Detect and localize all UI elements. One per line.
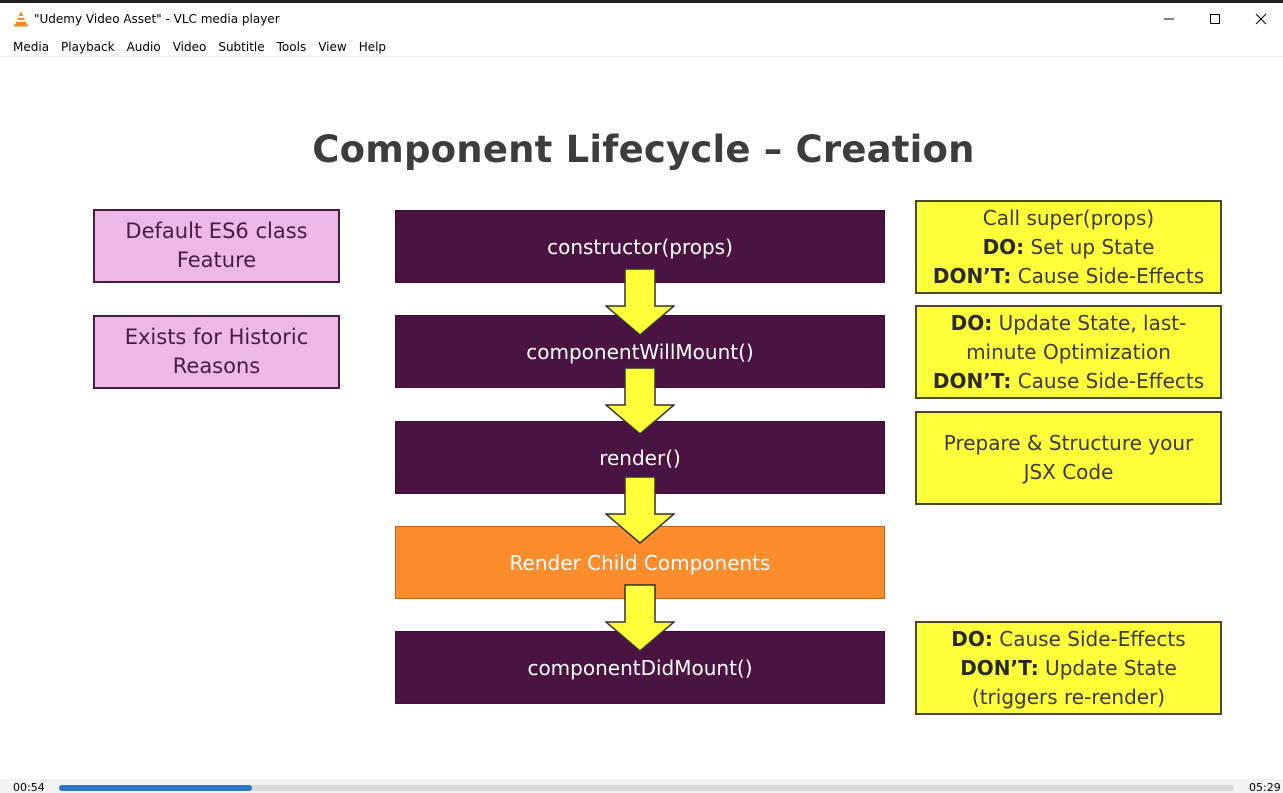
total-time: 05:29 (1249, 781, 1281, 793)
note-line: Call super(props) (982, 205, 1155, 230)
side-note-line: Exists for Historic (124, 325, 309, 349)
note-render: Prepare & Structure your JSX Code (915, 411, 1222, 505)
seek-bar-fill (59, 785, 252, 791)
menu-help[interactable]: Help (353, 38, 392, 56)
step-label: Render Child Components (509, 550, 771, 575)
note-dont-label: DON’T: (932, 263, 1012, 288)
vlc-window: "Udemy Video Asset" - VLC media player M… (0, 0, 1283, 793)
step-label: render() (599, 445, 681, 470)
elapsed-time: 00:54 (13, 781, 45, 793)
down-arrow-icon (605, 268, 675, 336)
minimize-button[interactable] (1146, 3, 1192, 35)
note-dont-label: DON’T: (932, 368, 1012, 393)
down-arrow-icon (605, 476, 675, 544)
note-line: Prepare & Structure your (943, 431, 1194, 455)
menu-playback[interactable]: Playback (55, 38, 121, 56)
note-do-label: DO: (950, 310, 993, 335)
slide-title: Component Lifecycle – Creation (312, 128, 975, 171)
maximize-icon (1209, 13, 1221, 25)
minimize-icon (1163, 13, 1175, 25)
note-line: Update State, last- (992, 310, 1187, 335)
note-dont-label: DON’T: (960, 655, 1039, 680)
side-note-historic: Exists for Historic Reasons (93, 315, 340, 389)
vlc-cone-icon (13, 10, 29, 27)
playback-controls: 00:54 05:29 (0, 779, 1283, 793)
close-icon (1255, 13, 1267, 25)
note-line: Cause Side-Effects (992, 626, 1186, 651)
step-label: constructor(props) (547, 234, 733, 259)
seek-bar[interactable] (59, 785, 1234, 791)
note-component-did-mount: DO: Cause Side-Effects DON’T: Update Sta… (915, 621, 1222, 715)
side-note-line: Default ES6 class (125, 219, 308, 243)
side-note-line: Reasons (172, 354, 261, 378)
note-line: Update State (1038, 655, 1177, 680)
maximize-button[interactable] (1192, 3, 1238, 35)
menu-tools[interactable]: Tools (271, 38, 313, 56)
window-title: "Udemy Video Asset" - VLC media player (34, 12, 280, 26)
menu-video[interactable]: Video (167, 38, 213, 56)
note-line: Set up State (1024, 234, 1155, 259)
note-line: minute Optimization (966, 339, 1171, 364)
menu-audio[interactable]: Audio (121, 38, 167, 56)
note-line: Cause Side-Effects (1011, 368, 1205, 393)
close-button[interactable] (1238, 3, 1283, 35)
side-note-line: Feature (176, 248, 257, 272)
note-constructor: Call super(props) DO: Set up State DON’T… (915, 200, 1222, 294)
note-line: JSX Code (1023, 460, 1114, 484)
down-arrow-icon (605, 367, 675, 435)
note-component-will-mount: DO: Update State, last- minute Optimizat… (915, 305, 1222, 399)
step-label: componentDidMount() (527, 655, 753, 680)
menu-media[interactable]: Media (7, 38, 55, 56)
note-do-label: DO: (951, 626, 993, 651)
note-line: (triggers re-render) (971, 684, 1166, 709)
video-area[interactable]: Component Lifecycle – Creation Default E… (5, 59, 1282, 779)
note-do-label: DO: (982, 234, 1025, 259)
menu-subtitle[interactable]: Subtitle (212, 38, 270, 56)
step-label: componentWillMount() (526, 339, 754, 364)
menu-bar: Media Playback Audio Video Subtitle Tool… (0, 37, 1283, 57)
menu-view[interactable]: View (312, 38, 352, 56)
title-bar: "Udemy Video Asset" - VLC media player (0, 3, 1283, 37)
down-arrow-icon (605, 584, 675, 652)
note-line: Cause Side-Effects (1011, 263, 1205, 288)
side-note-es6: Default ES6 class Feature (93, 209, 340, 283)
